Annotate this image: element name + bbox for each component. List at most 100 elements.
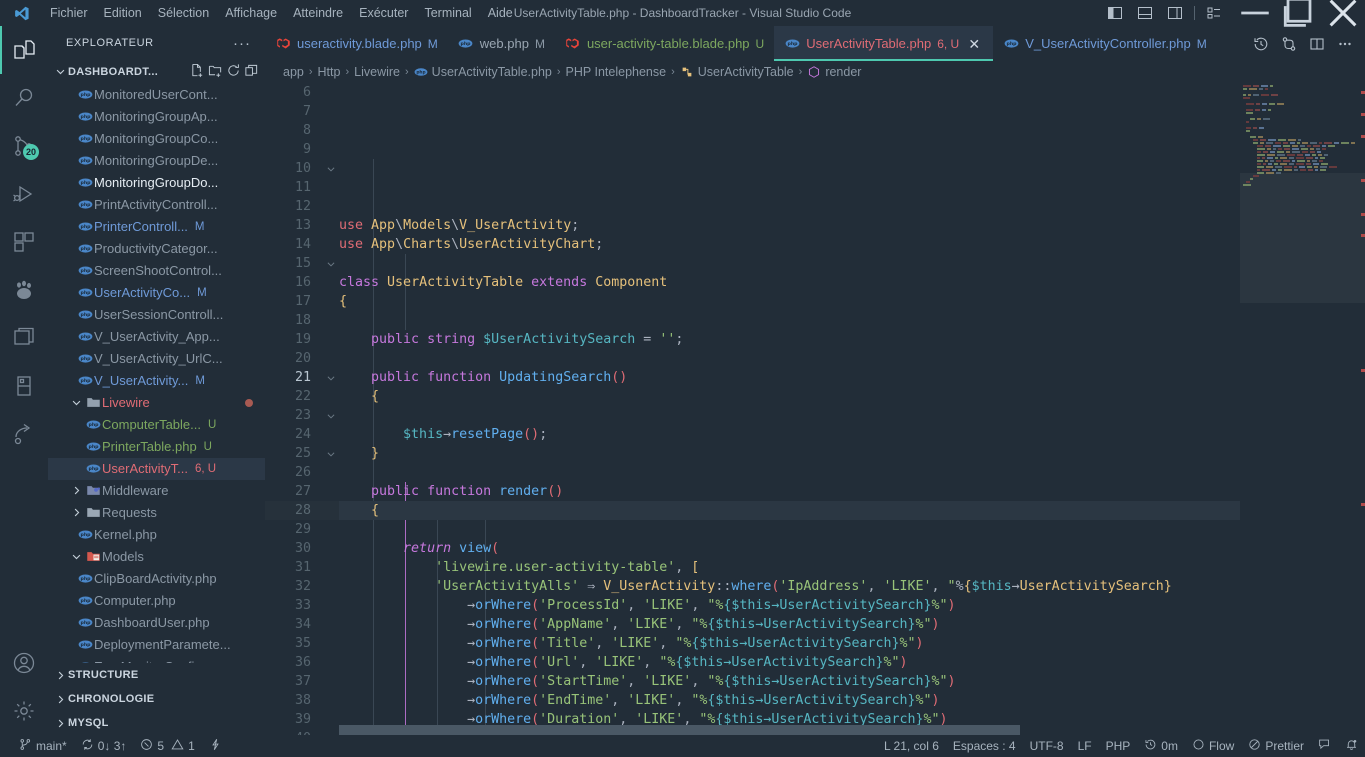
status-eol[interactable]: LF	[1071, 735, 1099, 757]
activity-explorer[interactable]	[0, 26, 48, 74]
activity-source-control[interactable]: 20	[0, 122, 48, 170]
tree-item[interactable]: phpMonitoringGroupCo...	[48, 128, 265, 150]
status-flow[interactable]: Flow	[1185, 735, 1241, 757]
code-line[interactable]: }	[339, 444, 1365, 463]
breadcrumb-item[interactable]: app	[283, 65, 304, 79]
tree-item[interactable]: Requests	[48, 502, 265, 524]
breadcrumb-item[interactable]: UserActivityTable	[680, 65, 794, 79]
code-line[interactable]: 'livewire.user-activity-table', [	[339, 558, 1365, 577]
tree-item[interactable]: phpV_UserActivity_App...	[48, 326, 265, 348]
status-indentation[interactable]: Espaces : 4	[946, 735, 1023, 757]
editor-tab[interactable]: user-activity-table.blade.phpU	[555, 26, 774, 61]
explorer-more-actions-icon[interactable]: ···	[233, 35, 261, 52]
menu-fichier[interactable]: Fichier	[42, 3, 96, 23]
tree-item[interactable]: phpMonitoredUserCont...	[48, 84, 265, 106]
tree-item[interactable]: phpMonitoringGroupDo...	[48, 172, 265, 194]
fold-icon[interactable]	[323, 368, 339, 387]
activity-thunder-paw-icon[interactable]	[0, 266, 48, 314]
toggle-panel-icon[interactable]	[1130, 0, 1160, 26]
fold-icon[interactable]	[323, 444, 339, 463]
code-content[interactable]: use App\Models\V_UserActivity;use App\Ch…	[339, 83, 1365, 735]
activity-share[interactable]	[0, 410, 48, 458]
chevron-down-icon[interactable]	[68, 551, 84, 562]
code-line[interactable]: →orWhere('EndTime', 'LIKE', "%{$this→Use…	[339, 691, 1365, 710]
sidebar-section-mysql[interactable]: MYSQL	[48, 711, 265, 735]
tree-item[interactable]: phpUserActivityCo...M	[48, 282, 265, 304]
editor-tabs[interactable]: useractivity.blade.phpMphpweb.phpMuser-a…	[265, 26, 1217, 61]
tree-item[interactable]: phpUserSessionControll...	[48, 304, 265, 326]
tree-item[interactable]: phpDashboardUser.php	[48, 612, 265, 634]
activity-search[interactable]	[0, 74, 48, 122]
tree-item[interactable]: phpPrinterTable.phpU	[48, 436, 265, 458]
fold-icon[interactable]	[323, 254, 339, 273]
minimap[interactable]	[1240, 83, 1365, 735]
menu-bar[interactable]: Fichier Edition Sélection Affichage Atte…	[42, 3, 521, 23]
code-line[interactable]: public string $UserActivitySearch = '';	[339, 330, 1365, 349]
activity-todo-tree[interactable]	[0, 362, 48, 410]
menu-executer[interactable]: Exécuter	[351, 3, 416, 23]
code-line[interactable]	[339, 463, 1365, 482]
breadcrumb-item[interactable]: Livewire	[354, 65, 400, 79]
activity-database-client[interactable]	[0, 314, 48, 362]
code-line[interactable]	[339, 520, 1365, 539]
status-wakatime[interactable]: 0m	[1137, 735, 1185, 757]
status-prettier[interactable]: Prettier	[1241, 735, 1311, 757]
status-encoding[interactable]: UTF-8	[1023, 735, 1071, 757]
sidebar-section-chronologie[interactable]: CHRONOLOGIE	[48, 687, 265, 711]
code-line[interactable]: →orWhere('ProcessId', 'LIKE', "%{$this→U…	[339, 596, 1365, 615]
code-line[interactable]: use App\Charts\UserActivityChart;	[339, 235, 1365, 254]
tree-item[interactable]: phpMonitoringGroupAp...	[48, 106, 265, 128]
activity-accounts[interactable]	[0, 639, 48, 687]
breadcrumb[interactable]: app›Http›Livewire›phpUserActivityTable.p…	[265, 61, 1365, 83]
breadcrumb-item[interactable]: render	[807, 65, 861, 79]
horizontal-scrollbar[interactable]	[339, 725, 1235, 735]
status-language-mode[interactable]: PHP	[1099, 735, 1138, 757]
tree-item[interactable]: Livewire	[48, 392, 265, 414]
tree-item[interactable]: phpComputer.php	[48, 590, 265, 612]
toggle-secondary-sidebar-icon[interactable]	[1160, 0, 1190, 26]
tree-item[interactable]: phpPrintActivityControll...	[48, 194, 265, 216]
activity-settings[interactable]	[0, 687, 48, 735]
chevron-right-icon[interactable]	[68, 485, 84, 496]
code-line[interactable]	[339, 406, 1365, 425]
code-line[interactable]: →orWhere('StartTime', 'LIKE', "%{$this→U…	[339, 672, 1365, 691]
code-line[interactable]: public function UpdatingSearch()	[339, 368, 1365, 387]
close-button[interactable]	[1321, 0, 1365, 26]
code-line[interactable]: 'UserActivityAlls' ⇒ V_UserActivity::whe…	[339, 577, 1365, 596]
tree-item[interactable]: phpDeploymentParamete...	[48, 634, 265, 656]
tree-item[interactable]: phpScreenShootControl...	[48, 260, 265, 282]
activity-run-debug[interactable]	[0, 170, 48, 218]
status-notifications[interactable]	[1338, 735, 1365, 757]
chevron-down-icon[interactable]	[68, 397, 84, 408]
status-branch[interactable]: main*	[12, 735, 74, 757]
collapse-all-icon[interactable]	[244, 63, 259, 81]
code-line[interactable]: public function render()	[339, 482, 1365, 501]
menu-atteindre[interactable]: Atteindre	[285, 3, 351, 23]
code-line[interactable]: →orWhere('AppName', 'LIKE', "%{$this→Use…	[339, 615, 1365, 634]
chevron-right-icon[interactable]	[68, 507, 84, 518]
close-icon[interactable]: ✕	[965, 37, 983, 51]
code-line[interactable]	[339, 254, 1365, 273]
maximize-button[interactable]	[1277, 0, 1321, 26]
breadcrumb-item[interactable]: phpUserActivityTable.php	[414, 65, 552, 79]
workspace-root-row[interactable]: DASHBOARDT...	[48, 60, 265, 83]
menu-selection[interactable]: Sélection	[150, 3, 217, 23]
tree-item[interactable]: Middleware	[48, 480, 265, 502]
code-line[interactable]: {	[339, 387, 1365, 406]
breadcrumb-item[interactable]: Http	[318, 65, 341, 79]
code-line[interactable]: use App\Models\V_UserActivity;	[339, 216, 1365, 235]
tree-item[interactable]: phpMonitoringGroupDe...	[48, 150, 265, 172]
code-line[interactable]: {	[339, 292, 1365, 311]
sidebar-section-structure[interactable]: STRUCTURE	[48, 663, 265, 687]
menu-affichage[interactable]: Affichage	[217, 3, 285, 23]
status-feedback[interactable]	[1311, 735, 1338, 757]
minimap-slider[interactable]	[1240, 173, 1365, 303]
tree-item[interactable]: phpComputerTable...U	[48, 414, 265, 436]
tree-item[interactable]: phpClipBoardActivity.php	[48, 568, 265, 590]
code-line[interactable]: class UserActivityTable extends Componen…	[339, 273, 1365, 292]
tree-item[interactable]: Models	[48, 546, 265, 568]
horizontal-scrollbar-thumb[interactable]	[339, 725, 1020, 735]
code-editor[interactable]: 6789101112131415161718192021222324252627…	[265, 83, 1365, 735]
status-ports[interactable]	[202, 735, 229, 757]
fold-icon[interactable]	[323, 406, 339, 425]
